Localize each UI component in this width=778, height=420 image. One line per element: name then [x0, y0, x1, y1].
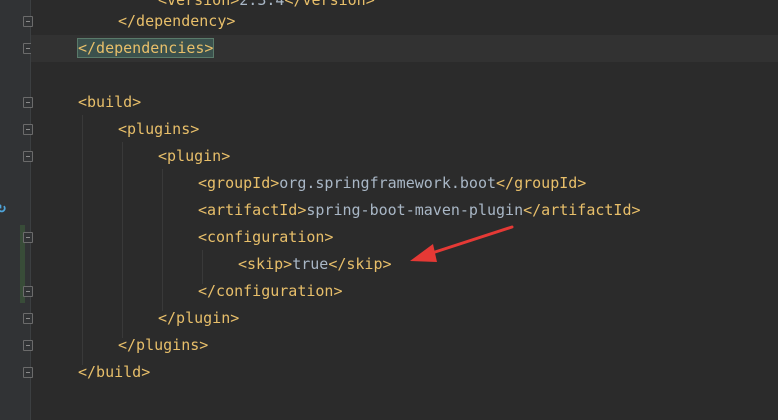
red-arrow-icon [410, 225, 514, 262]
